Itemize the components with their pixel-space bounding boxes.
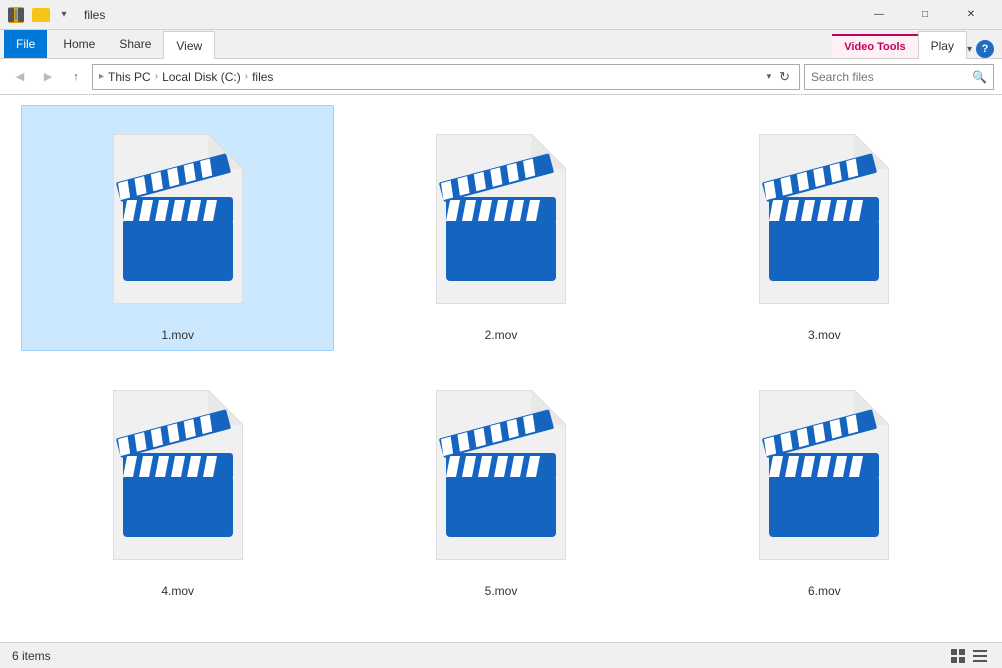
file-item[interactable]: 1.mov [21, 105, 334, 351]
file-name: 5.mov [485, 584, 518, 598]
file-item[interactable]: 5.mov [344, 361, 657, 607]
address-bar: ◀ ▶ ↑ ▸ This PC › Local Disk (C:) › file… [0, 59, 1002, 95]
back-button[interactable]: ◀ [8, 65, 32, 89]
close-button[interactable]: ✕ [948, 0, 994, 30]
search-box[interactable]: 🔍 [804, 64, 994, 90]
file-item[interactable]: 4.mov [21, 361, 334, 607]
file-name: 2.mov [485, 328, 518, 342]
ribbon-expand-icon[interactable]: ▾ [967, 44, 972, 55]
file-name: 3.mov [808, 328, 841, 342]
breadcrumb-localdisk[interactable]: Local Disk (C:) [162, 70, 241, 84]
tab-play[interactable]: Play [918, 31, 967, 59]
breadcrumb-icon: ▸ [99, 71, 104, 82]
path-separator-2: › [245, 71, 248, 82]
refresh-button[interactable]: ↻ [776, 69, 793, 85]
help-icon[interactable]: ? [976, 40, 994, 58]
forward-button[interactable]: ▶ [36, 65, 60, 89]
minimize-button[interactable]: — [856, 0, 902, 30]
ribbon-tabs: File Home Share View Video Tools Play ▾ … [0, 30, 1002, 58]
file-item[interactable]: 2.mov [344, 105, 657, 351]
window-title: files [84, 8, 105, 22]
title-bar-left: ▾ files [8, 5, 105, 25]
main-content: 1.mov 2.mov 3.mov 4.mov 5.mov 6.mov [0, 95, 1002, 642]
view-buttons [948, 646, 990, 666]
file-icon [401, 370, 601, 580]
file-icon [401, 114, 601, 324]
tab-video-tools[interactable]: Video Tools [832, 34, 917, 58]
up-button[interactable]: ↑ [64, 65, 88, 89]
file-grid: 1.mov 2.mov 3.mov 4.mov 5.mov 6.mov [21, 105, 981, 607]
file-name: 4.mov [161, 584, 194, 598]
tab-home[interactable]: Home [51, 30, 107, 58]
tab-share[interactable]: Share [107, 30, 163, 58]
ribbon: File Home Share View Video Tools Play ▾ … [0, 30, 1002, 59]
file-name: 1.mov [161, 328, 194, 342]
path-dropdown-button[interactable]: ▾ [764, 71, 775, 82]
large-icon-view-button[interactable] [948, 646, 968, 666]
title-bar: ▾ files — □ ✕ [0, 0, 1002, 30]
file-icon [724, 114, 924, 324]
maximize-button[interactable]: □ [902, 0, 948, 30]
breadcrumb-thispc[interactable]: This PC [108, 70, 151, 84]
item-count: 6 items [12, 649, 51, 663]
app-icon [8, 7, 24, 23]
search-icon: 🔍 [972, 70, 987, 84]
tab-file[interactable]: File [4, 30, 47, 58]
breadcrumb-files[interactable]: files [252, 70, 273, 84]
details-view-button[interactable] [970, 646, 990, 666]
file-item[interactable]: 6.mov [668, 361, 981, 607]
search-input[interactable] [811, 70, 968, 84]
window-controls: — □ ✕ [856, 0, 994, 30]
file-icon [724, 370, 924, 580]
status-bar: 6 items [0, 642, 1002, 668]
file-name: 6.mov [808, 584, 841, 598]
file-icon [78, 114, 278, 324]
quick-access-dropdown[interactable]: ▾ [54, 5, 74, 25]
folder-quick-icon [32, 8, 50, 22]
file-icon [78, 370, 278, 580]
file-item[interactable]: 3.mov [668, 105, 981, 351]
path-separator-1: › [155, 71, 158, 82]
address-path-box[interactable]: ▸ This PC › Local Disk (C:) › files ▾ ↻ [92, 64, 800, 90]
tab-view[interactable]: View [163, 31, 215, 59]
